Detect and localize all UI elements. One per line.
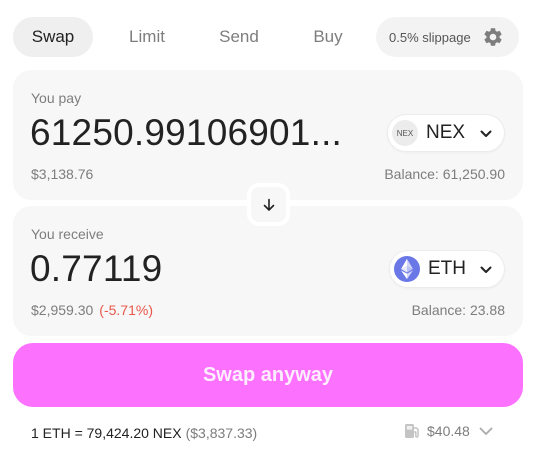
pay-balance[interactable]: Balance: 61,250.90 [384,166,505,182]
chevron-down-icon [480,130,492,137]
pay-token-symbol: NEX [426,122,466,143]
exchange-rate-text: 1 ETH = 79,424.20 NEX [31,425,182,441]
switch-tokens-button[interactable] [247,183,290,226]
pay-usd-value: $3,138.76 [31,166,94,182]
nex-token-icon: NEX [392,120,418,146]
slippage-settings-button[interactable]: 0.5% slippage [376,17,519,57]
tab-send[interactable]: Send [199,17,279,57]
tab-limit[interactable]: Limit [107,17,187,57]
pay-token-selector[interactable]: NEX NEX [387,114,505,152]
pay-panel: You pay 61250.99106901... NEX NEX $3,138… [13,70,523,200]
receive-usd-value: $2,959.30 (-5.71%) [31,302,153,318]
chevron-down-icon [479,427,493,435]
chevron-down-icon [480,266,492,273]
receive-amount-input[interactable]: 0.77119 [30,248,162,290]
swap-nav: Swap Limit Send Buy 0.5% slippage [13,17,519,57]
price-impact: (-5.71%) [99,302,153,318]
receive-balance: Balance: 23.88 [411,302,505,318]
exchange-rate-usd: ($3,837.33) [185,425,258,441]
receive-label: You receive [31,226,104,242]
gas-fee-toggle[interactable]: $40.48 [403,422,493,440]
receive-usd-amount: $2,959.30 [31,302,94,318]
arrow-down-icon [263,198,274,211]
ethereum-icon [394,256,420,282]
pay-amount-input[interactable]: 61250.99106901... [30,112,342,154]
swap-anyway-button[interactable]: Swap anyway [13,343,523,407]
gas-pump-icon [405,424,419,438]
gas-fee-value: $40.48 [427,423,470,439]
exchange-rate[interactable]: 1 ETH = 79,424.20 NEX ($3,837.33) [31,425,257,441]
slippage-label: 0.5% slippage [389,29,471,45]
tab-swap[interactable]: Swap [13,17,93,57]
gear-icon [484,28,502,46]
receive-token-symbol: ETH [428,258,466,279]
receive-token-selector[interactable]: ETH [389,250,505,288]
pay-label: You pay [31,90,82,106]
tab-buy[interactable]: Buy [288,17,368,57]
